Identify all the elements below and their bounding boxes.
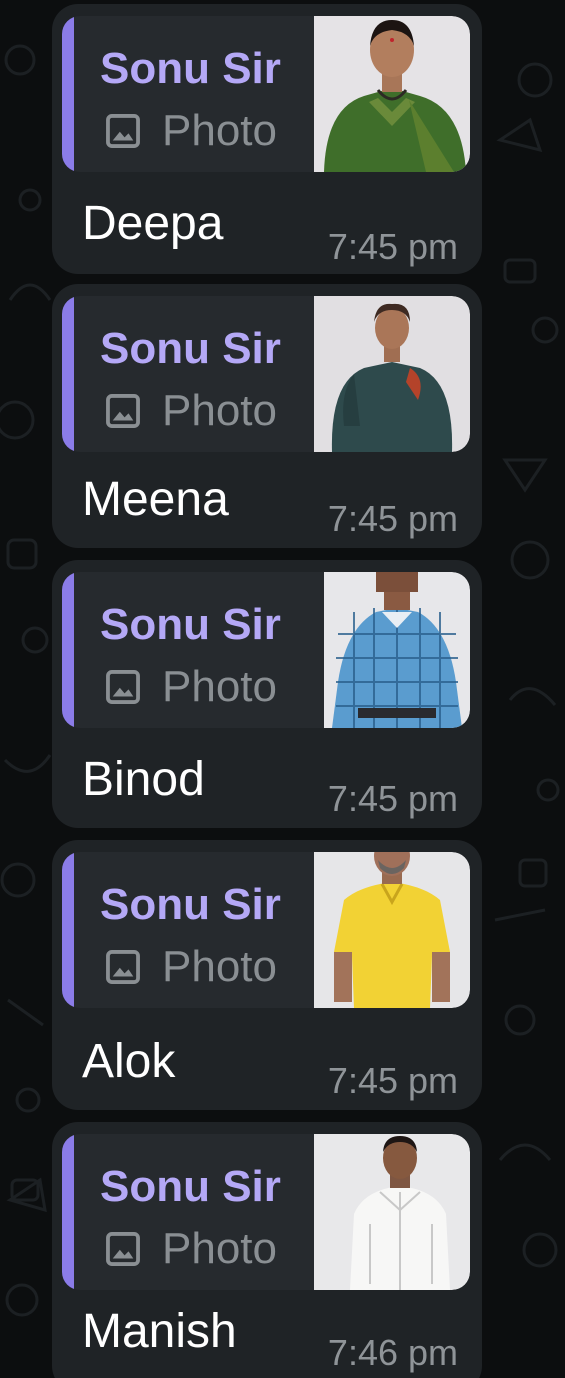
image-icon [106, 394, 140, 428]
reply-media-row: Photo [104, 942, 277, 992]
reply-accent-bar [62, 1134, 74, 1290]
chat-screen: Sonu Sir Photo Deepa 7:45 pm Sonu Sir Ph… [0, 0, 565, 1378]
reply-sender-name: Sonu Sir [100, 324, 281, 373]
message-text: Alok [82, 1035, 176, 1088]
message-text: Deepa [82, 197, 224, 250]
reply-accent-bar [62, 572, 74, 728]
reply-preview[interactable]: Sonu Sir Photo [62, 852, 470, 1008]
message-text: Meena [82, 473, 229, 526]
image-icon [106, 114, 140, 148]
reply-media-label: Photo [162, 662, 277, 711]
image-icon [106, 1232, 140, 1266]
reply-photo-thumbnail[interactable] [314, 852, 470, 1008]
reply-preview[interactable]: Sonu Sir Photo [62, 1134, 470, 1290]
reply-sender-name: Sonu Sir [100, 880, 281, 929]
reply-media-label: Photo [162, 386, 277, 435]
reply-sender-name: Sonu Sir [100, 44, 281, 93]
message-text: Binod [82, 753, 205, 806]
reply-media-row: Photo [104, 662, 277, 712]
reply-media-label: Photo [162, 942, 277, 991]
message-bubble[interactable]: Sonu Sir Photo [52, 560, 482, 828]
message-bubble[interactable]: Sonu Sir Photo [52, 1122, 482, 1378]
message-bubble[interactable]: Sonu Sir Photo [52, 4, 482, 274]
reply-accent-bar [62, 852, 74, 1008]
reply-preview[interactable]: Sonu Sir Photo [62, 572, 470, 728]
message-bubble[interactable]: Sonu Sir Photo Meena 7:45 pm [52, 284, 482, 548]
message-timestamp: 7:45 pm [327, 498, 458, 539]
message-timestamp: 7:45 pm [327, 226, 458, 267]
reply-sender-name: Sonu Sir [100, 1162, 281, 1211]
message-text: Manish [82, 1305, 237, 1358]
reply-photo-thumbnail[interactable] [314, 1134, 470, 1290]
reply-photo-thumbnail[interactable] [314, 296, 470, 452]
reply-media-row: Photo [104, 1224, 277, 1274]
reply-media-label: Photo [162, 106, 277, 155]
reply-photo-thumbnail[interactable] [324, 572, 470, 728]
message-timestamp: 7:45 pm [327, 778, 458, 819]
reply-preview[interactable]: Sonu Sir Photo [62, 296, 470, 452]
image-icon [106, 670, 140, 704]
reply-media-label: Photo [162, 1224, 277, 1273]
message-timestamp: 7:46 pm [327, 1332, 458, 1373]
reply-sender-name: Sonu Sir [100, 600, 281, 649]
image-icon [106, 950, 140, 984]
reply-media-row: Photo [104, 386, 277, 436]
message-timestamp: 7:45 pm [327, 1060, 458, 1101]
reply-photo-thumbnail[interactable] [314, 16, 470, 172]
reply-media-row: Photo [104, 106, 277, 156]
reply-accent-bar [62, 16, 74, 172]
reply-accent-bar [62, 296, 74, 452]
message-bubble[interactable]: Sonu Sir Photo [52, 840, 482, 1110]
reply-preview[interactable]: Sonu Sir Photo [62, 16, 470, 172]
